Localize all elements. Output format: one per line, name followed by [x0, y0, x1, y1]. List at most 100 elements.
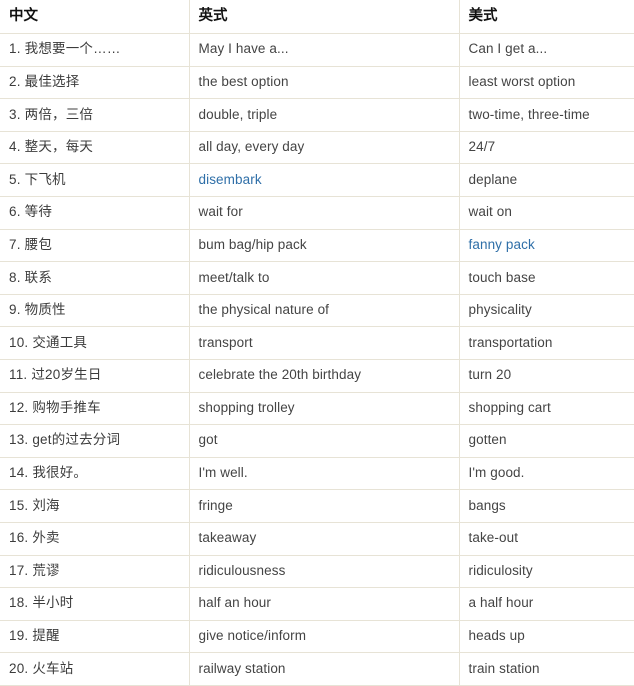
cell-british: the best option: [189, 66, 460, 100]
cell-american: bangs: [459, 489, 634, 523]
british-term: give notice/inform: [198, 628, 307, 644]
row-index: 4.: [9, 139, 21, 155]
cell-chinese: 19. 提醒: [0, 620, 190, 654]
cell-british: transport: [189, 326, 460, 360]
cell-chinese: 11. 过20岁生日: [0, 359, 190, 393]
cell-british: takeaway: [189, 522, 460, 556]
cell-chinese: 13. get的过去分词: [0, 424, 190, 458]
table-row: 3. 两倍，三倍 double, triple two-time, three-ti…: [0, 98, 634, 132]
cell-chinese: 9. 物质性: [0, 294, 190, 328]
chinese-term: 荒谬: [32, 562, 60, 578]
row-index: 9.: [9, 302, 21, 318]
cell-chinese: 17. 荒谬: [0, 555, 190, 589]
table-row: 15. 刘海 fringe bangs: [0, 489, 634, 523]
table-row: 5. 下飞机 disembark deplane: [0, 163, 634, 197]
row-index: 20.: [9, 660, 29, 676]
cell-british: give notice/inform: [189, 620, 460, 654]
cell-british: fringe: [189, 489, 460, 523]
cell-american: gotten: [459, 424, 634, 458]
table-row: 17. 荒谬 ridiculousness ridiculosity: [0, 555, 634, 589]
row-index: 3.: [9, 106, 21, 122]
cell-american: heads up: [459, 620, 634, 654]
cell-chinese: 12. 购物手推车: [0, 392, 190, 426]
cell-chinese: 8. 联系: [0, 261, 190, 295]
cell-american: turn 20: [459, 359, 634, 393]
american-term: take-out: [468, 530, 519, 546]
cell-chinese: 20. 火车站: [0, 652, 190, 686]
vocabulary-comparison-table: 中文 英式 美式 1. 我想要一个…… May I have a... Can I …: [0, 0, 634, 686]
cell-chinese: 18. 半小时: [0, 587, 190, 621]
cell-american: two-time, three-time: [459, 98, 634, 132]
chinese-term: 联系: [24, 269, 53, 285]
chinese-term: 提醒: [32, 628, 60, 644]
row-index: 13.: [9, 432, 29, 448]
british-term: double, triple: [198, 106, 278, 122]
cell-chinese: 14. 我很好。: [0, 457, 190, 491]
british-term: wait for: [198, 204, 243, 220]
row-index: 8.: [9, 269, 21, 285]
row-index: 6.: [9, 204, 21, 220]
row-index: 1.: [9, 41, 21, 57]
table-row: 12. 购物手推车 shopping trolley shopping cart: [0, 392, 634, 426]
british-term: celebrate the 20th birthday: [198, 367, 362, 383]
american-term: touch base: [468, 269, 536, 285]
cell-american: transportation: [459, 326, 634, 360]
table-header-row: 中文 英式 美式: [0, 0, 634, 34]
cell-american: ridiculosity: [459, 555, 634, 589]
cell-american: a half hour: [459, 587, 634, 621]
cell-british: double, triple: [189, 98, 460, 132]
chinese-term: 外卖: [32, 530, 60, 546]
table-header: 中文 英式 美式: [0, 0, 634, 34]
cell-british: celebrate the 20th birthday: [189, 359, 460, 393]
row-index: 7.: [9, 236, 21, 252]
british-term: I'm well.: [198, 465, 248, 481]
cell-chinese: 16. 外卖: [0, 522, 190, 556]
row-index: 12.: [9, 399, 29, 415]
cell-british: I'm well.: [189, 457, 460, 491]
table-row: 14. 我很好。 I'm well. I'm good.: [0, 457, 634, 491]
chinese-term: 我很好。: [32, 465, 88, 481]
american-term: two-time, three-time: [468, 106, 590, 122]
chinese-term: 过20岁生日: [31, 367, 102, 383]
cell-chinese: 7. 腰包: [0, 229, 190, 263]
row-index: 17.: [9, 562, 29, 578]
cell-british: May I have a...: [189, 33, 460, 67]
cell-american: fanny pack: [459, 229, 634, 263]
chinese-term: 腰包: [24, 236, 53, 252]
table-row: 4. 整天，每天 all day, every day 24/7: [0, 131, 634, 165]
american-term: Can I get a...: [468, 41, 548, 57]
chinese-term: 下飞机: [24, 171, 66, 187]
cell-american: 24/7: [459, 131, 634, 165]
table-row: 10. 交通工具 transport transportation: [0, 326, 634, 360]
cell-chinese: 1. 我想要一个……: [0, 33, 190, 67]
american-term: 24/7: [468, 139, 496, 155]
cell-chinese: 15. 刘海: [0, 489, 190, 523]
british-term: shopping trolley: [198, 399, 295, 415]
cell-american: least worst option: [459, 66, 634, 100]
cell-chinese: 4. 整天，每天: [0, 131, 190, 165]
cell-chinese: 5. 下飞机: [0, 163, 190, 197]
american-term: gotten: [468, 432, 507, 448]
british-term: half an hour: [198, 595, 272, 611]
chinese-term: 整天，每天: [24, 139, 94, 155]
table-row: 16. 外卖 takeaway take-out: [0, 522, 634, 556]
chinese-term: 两倍，三倍: [24, 106, 94, 122]
british-term: takeaway: [198, 530, 257, 546]
table-row: 13. get的过去分词 got gotten: [0, 424, 634, 458]
cell-american: shopping cart: [459, 392, 634, 426]
row-index: 2.: [9, 73, 21, 89]
british-term: meet/talk to: [198, 269, 270, 285]
row-index: 16.: [9, 530, 29, 546]
american-term: shopping cart: [468, 399, 551, 415]
row-index: 10.: [9, 334, 29, 350]
cell-chinese: 2. 最佳选择: [0, 66, 190, 100]
column-header-chinese: 中文: [0, 0, 190, 34]
american-term: least worst option: [468, 73, 576, 89]
british-term: the best option: [198, 73, 289, 89]
table-row: 9. 物质性 the physical nature of physicality: [0, 294, 634, 328]
american-term: heads up: [468, 628, 525, 644]
cell-british: got: [189, 424, 460, 458]
row-index: 14.: [9, 465, 29, 481]
british-term: transport: [198, 334, 253, 350]
american-term: ridiculosity: [468, 562, 533, 578]
